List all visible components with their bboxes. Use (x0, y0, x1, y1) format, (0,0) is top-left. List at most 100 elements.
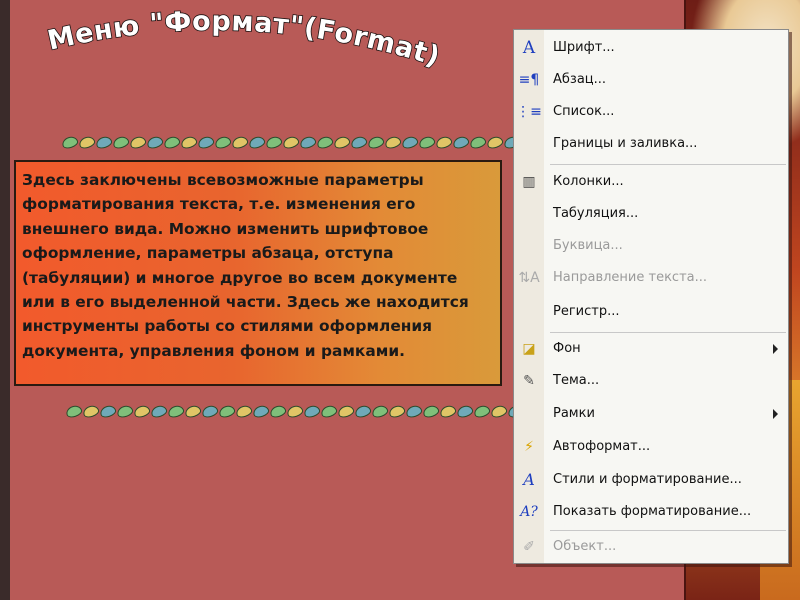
menu-separator (550, 164, 786, 165)
leaf-ornament (196, 134, 216, 151)
menu-item-label: Объект... (553, 539, 617, 554)
menu-item-object[interactable]: ✐ Объект... (514, 531, 788, 562)
reveal-formatting-icon: A? (520, 503, 538, 520)
leaf-ornament (81, 403, 101, 420)
leaf-ornament (60, 134, 80, 151)
leaf-ornament (94, 134, 114, 151)
slide-title: Меню "Формат"(Format) (44, 8, 444, 74)
leaf-ornament (472, 403, 492, 420)
text-direction-icon: ⇅A (518, 269, 540, 286)
leaf-ornament (370, 403, 390, 420)
menu-item-label: Фон (553, 341, 581, 356)
menu-item-borders-shading[interactable]: Границы и заливка... (514, 128, 788, 159)
menu-item-paragraph[interactable]: ≡¶ Абзац... (514, 64, 788, 95)
leaf-ornament (200, 403, 220, 420)
menu-item-label: Регистр... (553, 304, 620, 319)
menu-item-reveal-formatting[interactable]: A? Показать форматирование... (514, 496, 788, 527)
leaf-border-bottom (64, 403, 526, 420)
background-fill-icon: ◪ (522, 340, 536, 357)
leaf-ornament (387, 403, 407, 420)
leaf-ornament (349, 134, 369, 151)
leaf-ornament (98, 403, 118, 420)
leaf-ornament (179, 134, 199, 151)
leaf-ornament (285, 403, 305, 420)
menu-item-frames[interactable]: Рамки (514, 398, 788, 429)
paragraph-icon: ≡¶ (518, 71, 540, 88)
leaf-ornament (468, 134, 488, 151)
leaf-ornament (268, 403, 288, 420)
menu-item-drop-cap[interactable]: Буквица... (514, 230, 788, 261)
menu-item-tabs[interactable]: Табуляция... (514, 198, 788, 229)
svg-text:Меню "Формат"(Format): Меню "Формат"(Format) (45, 8, 444, 73)
leaf-ornament (332, 134, 352, 151)
menu-item-text-direction[interactable]: ⇅A Направление текста... (514, 262, 788, 293)
slide-title-text: Меню "Формат"(Format) (44, 8, 444, 74)
description-box: Здесь заключены всевозможные параметры ф… (14, 160, 502, 386)
menu-item-label: Направление текста... (553, 270, 708, 285)
leaf-ornament (489, 403, 509, 420)
leaf-ornament (128, 134, 148, 151)
menu-item-label: Буквица... (553, 238, 623, 253)
autoformat-icon: ⚡ (524, 438, 534, 455)
leaf-border-top (60, 134, 522, 151)
leaf-ornament (455, 403, 475, 420)
menu-item-change-case[interactable]: Регистр... (514, 296, 788, 327)
leaf-ornament (77, 134, 97, 151)
menu-item-label: Стили и форматирование... (553, 472, 742, 487)
menu-item-label: Тема... (553, 373, 600, 388)
leaf-ornament (251, 403, 271, 420)
menu-item-list[interactable]: ⋮≡ Список... (514, 96, 788, 127)
columns-icon: ▥ (522, 173, 536, 190)
leaf-ornament (315, 134, 335, 151)
leaf-ornament (421, 403, 441, 420)
leaf-ornament (383, 134, 403, 151)
font-icon: A (522, 37, 536, 58)
leaf-ornament (115, 403, 135, 420)
leaf-ornament (434, 134, 454, 151)
menu-item-theme[interactable]: ✎ Тема... (514, 365, 788, 396)
menu-item-label: Шрифт... (553, 40, 615, 55)
menu-item-label: Границы и заливка... (553, 136, 698, 151)
leaf-ornament (64, 403, 84, 420)
leaf-ornament (302, 403, 322, 420)
leaf-ornament (298, 134, 318, 151)
leaf-ornament (230, 134, 250, 151)
leaf-ornament (234, 403, 254, 420)
menu-item-label: Абзац... (553, 72, 607, 87)
leaf-ornament (111, 134, 131, 151)
leaf-ornament (485, 134, 505, 151)
leaf-ornament (336, 403, 356, 420)
leaf-ornament (183, 403, 203, 420)
leaf-ornament (438, 403, 458, 420)
leaf-ornament (451, 134, 471, 151)
slide-left-border (0, 0, 10, 600)
theme-icon: ✎ (523, 372, 535, 389)
menu-item-label: Рамки (553, 406, 595, 421)
bulleted-list-icon: ⋮≡ (516, 103, 542, 120)
leaf-ornament (353, 403, 373, 420)
leaf-ornament (404, 403, 424, 420)
menu-item-columns[interactable]: ▥ Колонки... (514, 166, 788, 197)
leaf-ornament (132, 403, 152, 420)
menu-item-background[interactable]: ◪ Фон (514, 333, 788, 364)
leaf-ornament (417, 134, 437, 151)
menu-item-styles-formatting[interactable]: A Стили и форматирование... (514, 464, 788, 495)
object-icon: ✐ (523, 538, 535, 555)
leaf-ornament (264, 134, 284, 151)
leaf-ornament (149, 403, 169, 420)
format-menu: A Шрифт... ≡¶ Абзац... ⋮≡ Список... Гран… (513, 29, 789, 564)
submenu-arrow-icon (773, 343, 778, 354)
menu-item-autoformat[interactable]: ⚡ Автоформат... (514, 431, 788, 462)
leaf-ornament (162, 134, 182, 151)
menu-item-font[interactable]: A Шрифт... (514, 32, 788, 63)
menu-item-label: Автоформат... (553, 439, 651, 454)
leaf-ornament (319, 403, 339, 420)
menu-item-label: Табуляция... (553, 206, 639, 221)
menu-item-label: Колонки... (553, 174, 624, 189)
leaf-ornament (213, 134, 233, 151)
styles-icon: A (523, 470, 535, 489)
description-text: Здесь заключены всевозможные параметры ф… (22, 171, 469, 360)
leaf-ornament (366, 134, 386, 151)
leaf-ornament (247, 134, 267, 151)
leaf-ornament (217, 403, 237, 420)
